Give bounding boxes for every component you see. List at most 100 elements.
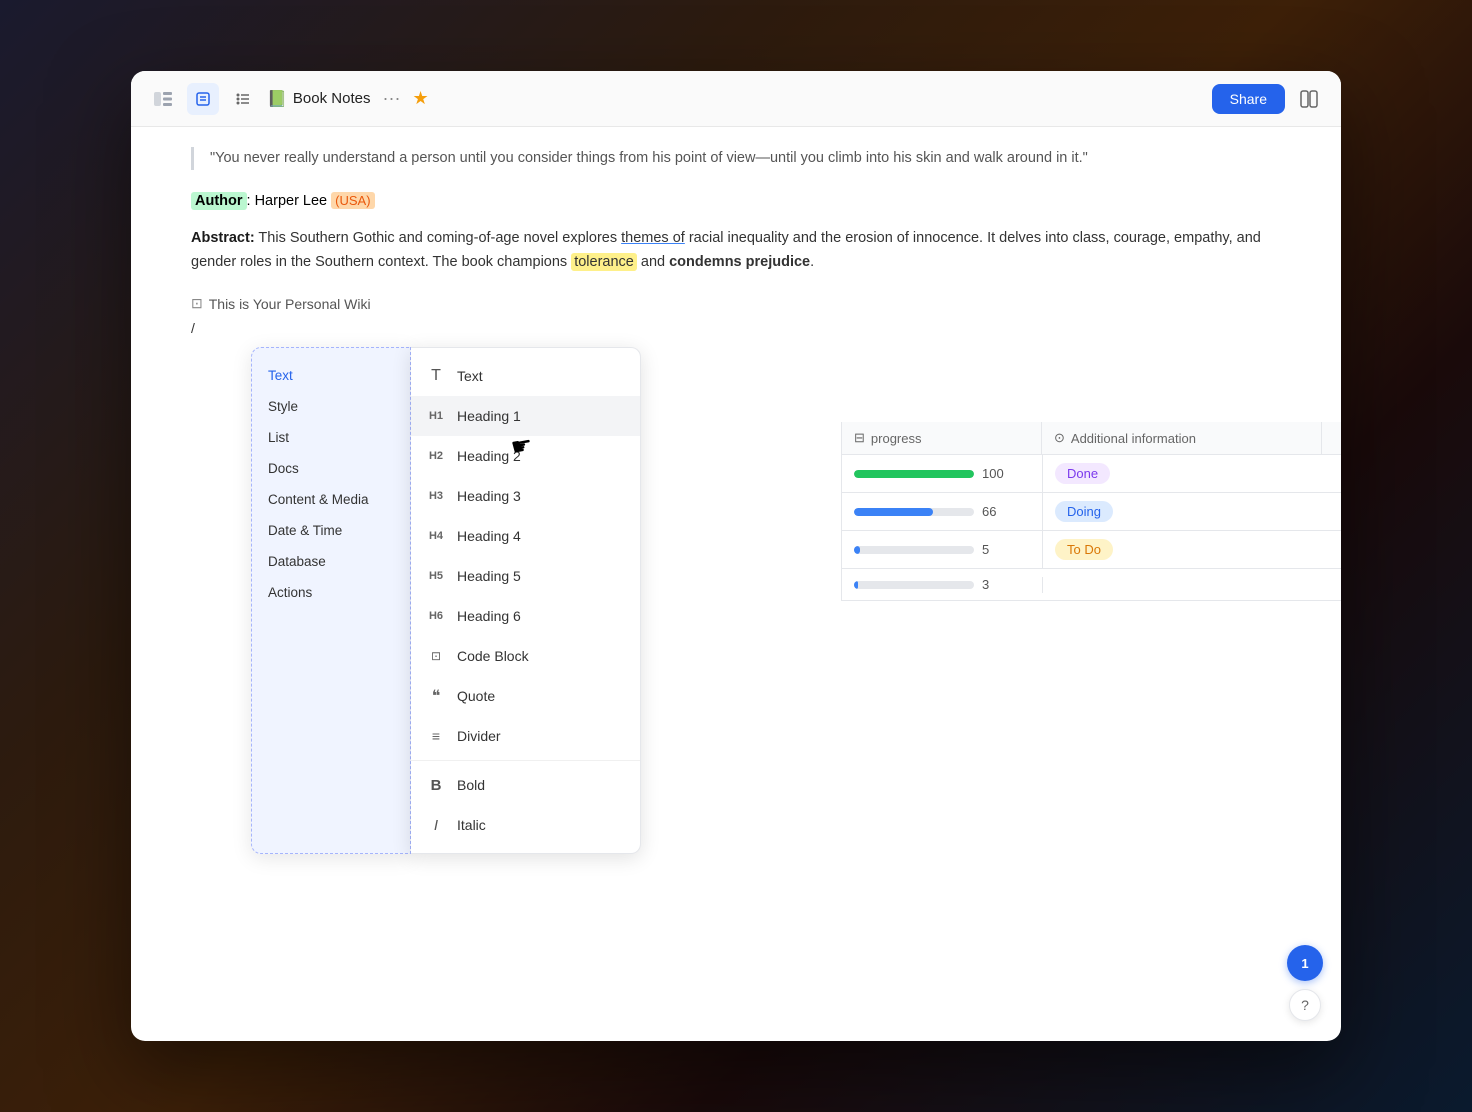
wiki-ref[interactable]: ⊡ This is Your Personal Wiki [191, 295, 1281, 312]
menu-item-bold-label: Bold [457, 777, 485, 793]
star-button[interactable]: ★ [412, 88, 428, 109]
quote-icon: ❝ [425, 685, 447, 707]
outline-view-button[interactable] [227, 83, 259, 115]
doc-view-button[interactable] [187, 83, 219, 115]
h3-icon: H3 [425, 485, 447, 507]
menu-item-h3-label: Heading 3 [457, 488, 521, 504]
progress-cell-3: 5 [842, 534, 1042, 565]
progress-cell-2: 66 [842, 496, 1042, 527]
menu-item-h5-label: Heading 5 [457, 568, 521, 584]
menu-cat-list[interactable]: List [252, 422, 410, 453]
menu-cat-text[interactable]: Text [252, 360, 410, 391]
h4-icon: H4 [425, 525, 447, 547]
table-row: 3 [842, 569, 1341, 601]
progress-num-2: 66 [982, 504, 996, 519]
menu-item-h6-label: Heading 6 [457, 608, 521, 624]
status-badge-doing: Doing [1055, 501, 1113, 522]
menu-item-text-label: Text [457, 368, 483, 384]
menu-item-h6[interactable]: H6 Heading 6 [411, 596, 640, 636]
progress-col-header: ⊟ progress [842, 422, 1042, 454]
slash-command-input[interactable]: / [191, 320, 1281, 336]
status-badge-todo: To Do [1055, 539, 1113, 560]
progress-bar-wrap-1 [854, 470, 974, 478]
progress-num-4: 3 [982, 577, 989, 592]
menu-item-bold[interactable]: B Bold [411, 765, 640, 805]
condemns-prejudice-text: condemns prejudice [669, 254, 810, 270]
table-header: ⊟ progress ⊙ Additional information [842, 422, 1341, 455]
status-cell-2: Doing [1042, 493, 1322, 530]
h1-icon: H1 [425, 405, 447, 427]
progress-cell-4: 3 [842, 569, 1042, 600]
menu-cat-database[interactable]: Database [252, 546, 410, 577]
menu-separator [411, 760, 640, 761]
author-name: Harper Lee [255, 193, 328, 209]
menu-categories-panel: Text Style List Docs Content & Media Dat… [251, 347, 411, 854]
wiki-ref-text: This is Your Personal Wiki [209, 296, 371, 312]
menu-item-code-label: Code Block [457, 648, 529, 664]
menu-cat-style[interactable]: Style [252, 391, 410, 422]
menu-item-quote[interactable]: ❝ Quote [411, 676, 640, 716]
titlebar: 📗 Book Notes ··· ★ Share [131, 71, 1341, 127]
sidebar-toggle-button[interactable] [147, 83, 179, 115]
share-button[interactable]: Share [1212, 84, 1285, 114]
menu-cat-date-time[interactable]: Date & Time [252, 515, 410, 546]
help-button[interactable]: ? [1289, 989, 1321, 1021]
italic-icon: I [425, 814, 447, 836]
progress-bar-fill-2 [854, 508, 933, 516]
app-window: 📗 Book Notes ··· ★ Share "You never real… [131, 71, 1341, 1041]
menu-item-divider[interactable]: ≡ Divider [411, 716, 640, 756]
menu-item-h5[interactable]: H5 Heading 5 [411, 556, 640, 596]
menu-cat-docs[interactable]: Docs [252, 453, 410, 484]
bold-icon: B [425, 774, 447, 796]
titlebar-right: Share [1212, 83, 1325, 115]
tolerance-text: tolerance [571, 253, 637, 271]
progress-cell-1: 100 [842, 458, 1042, 489]
titlebar-left [147, 83, 259, 115]
info-icon: ⊙ [1054, 430, 1065, 446]
status-cell-1: Done [1042, 455, 1322, 492]
menu-item-h4[interactable]: H4 Heading 4 [411, 516, 640, 556]
progress-num-1: 100 [982, 466, 1004, 481]
progress-bar-fill-1 [854, 470, 974, 478]
h2-icon: H2 [425, 445, 447, 467]
author-label: Author [191, 192, 247, 210]
code-block-icon: ⊡ [425, 645, 447, 667]
menu-item-h1-label: Heading 1 [457, 408, 521, 424]
menu-item-text[interactable]: T Text [411, 356, 640, 396]
author-line: Author: Harper Lee (USA) [191, 190, 1281, 213]
menu-item-h4-label: Heading 4 [457, 528, 521, 544]
menu-item-h2-label: Heading 2 [457, 448, 521, 464]
menu-cat-actions[interactable]: Actions [252, 577, 410, 608]
menu-items-panel: T Text H1 Heading 1 H2 Heading 2 H3 Head… [411, 347, 641, 854]
menu-item-h3[interactable]: H3 Heading 3 [411, 476, 640, 516]
notification-button[interactable]: 1 [1287, 945, 1323, 981]
menu-item-code-block[interactable]: ⊡ Code Block [411, 636, 640, 676]
progress-icon: ⊟ [854, 430, 865, 446]
table-area: ⊟ progress ⊙ Additional information 100 [841, 422, 1341, 601]
slash-char: / [191, 320, 195, 336]
menu-item-italic[interactable]: I Italic [411, 805, 640, 845]
doc-title-text: Book Notes [293, 90, 371, 107]
menu-item-h1[interactable]: H1 Heading 1 [411, 396, 640, 436]
menu-item-italic-label: Italic [457, 817, 486, 833]
content-area: "You never really understand a person un… [131, 127, 1341, 1041]
progress-col-label: progress [871, 431, 922, 446]
doc-title: 📗 Book Notes [267, 89, 370, 109]
menu-item-h2[interactable]: H2 Heading 2 [411, 436, 640, 476]
menu-item-divider-label: Divider [457, 728, 501, 744]
info-col-header: ⊙ Additional information [1042, 422, 1322, 454]
status-cell-4 [1042, 577, 1322, 593]
h6-icon: H6 [425, 605, 447, 627]
table-row: 100 Done [842, 455, 1341, 493]
doc-emoji: 📗 [267, 89, 287, 109]
menu-cat-content-media[interactable]: Content & Media [252, 484, 410, 515]
text-type-icon: T [425, 365, 447, 387]
layout-toggle-button[interactable] [1293, 83, 1325, 115]
progress-bar-wrap-3 [854, 546, 974, 554]
themes-of-text: themes of [621, 230, 685, 246]
h5-icon: H5 [425, 565, 447, 587]
more-options-button[interactable]: ··· [378, 84, 404, 113]
table-row: 5 To Do [842, 531, 1341, 569]
slash-command-menu: Text Style List Docs Content & Media Dat… [251, 347, 641, 854]
menu-item-quote-label: Quote [457, 688, 495, 704]
